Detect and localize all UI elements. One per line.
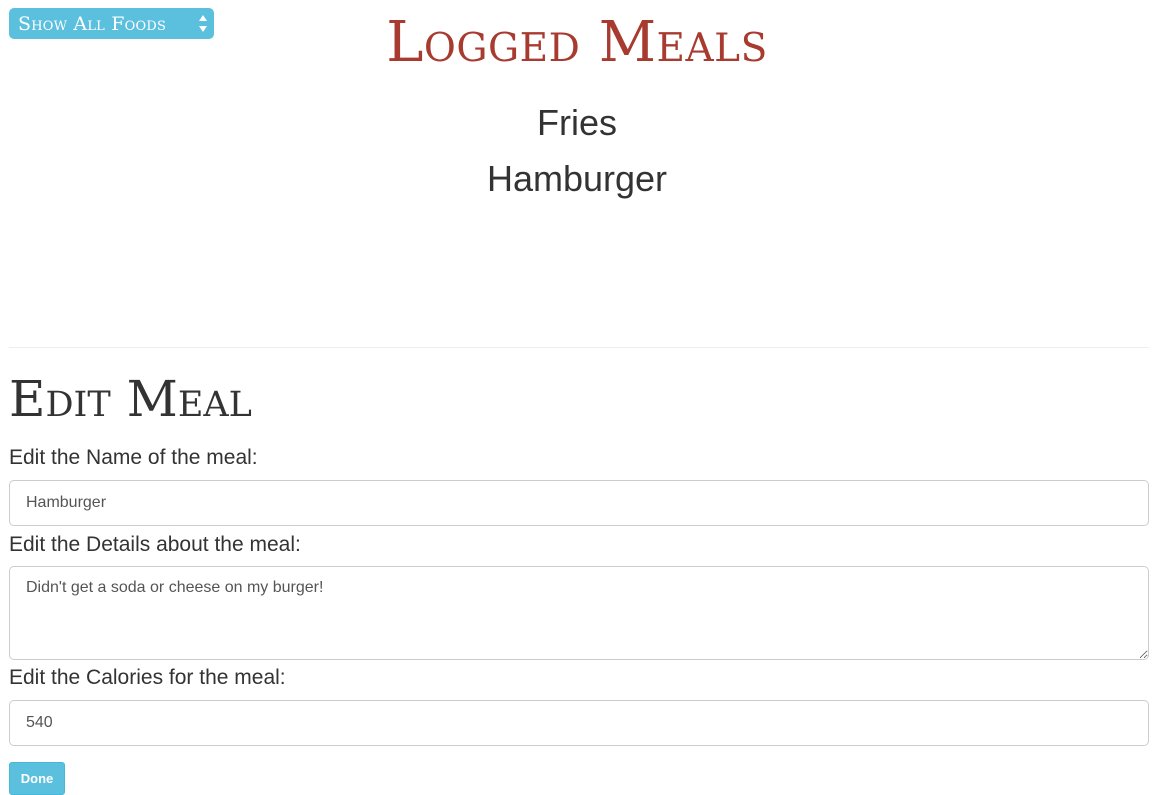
page-title: Logged Meals (386, 10, 768, 75)
done-button[interactable]: Done (9, 762, 65, 795)
edit-meal-heading: Edit Meal (9, 370, 252, 428)
meal-calories-input[interactable] (9, 700, 1149, 746)
meal-item[interactable]: Fries (0, 95, 1154, 151)
meal-name-label: Edit the Name of the meal: (9, 446, 258, 469)
section-divider (9, 347, 1149, 348)
meal-details-textarea[interactable]: Didn't get a soda or cheese on my burger… (9, 566, 1149, 660)
meal-name-input[interactable] (9, 480, 1149, 526)
page: Show All Foods Logged Meals Fries Hambur… (0, 0, 1154, 795)
meal-calories-label: Edit the Calories for the meal: (9, 666, 286, 689)
meal-item[interactable]: Hamburger (0, 151, 1154, 207)
meal-details-label: Edit the Details about the meal: (9, 533, 301, 556)
meal-list: Fries Hamburger (0, 95, 1154, 207)
